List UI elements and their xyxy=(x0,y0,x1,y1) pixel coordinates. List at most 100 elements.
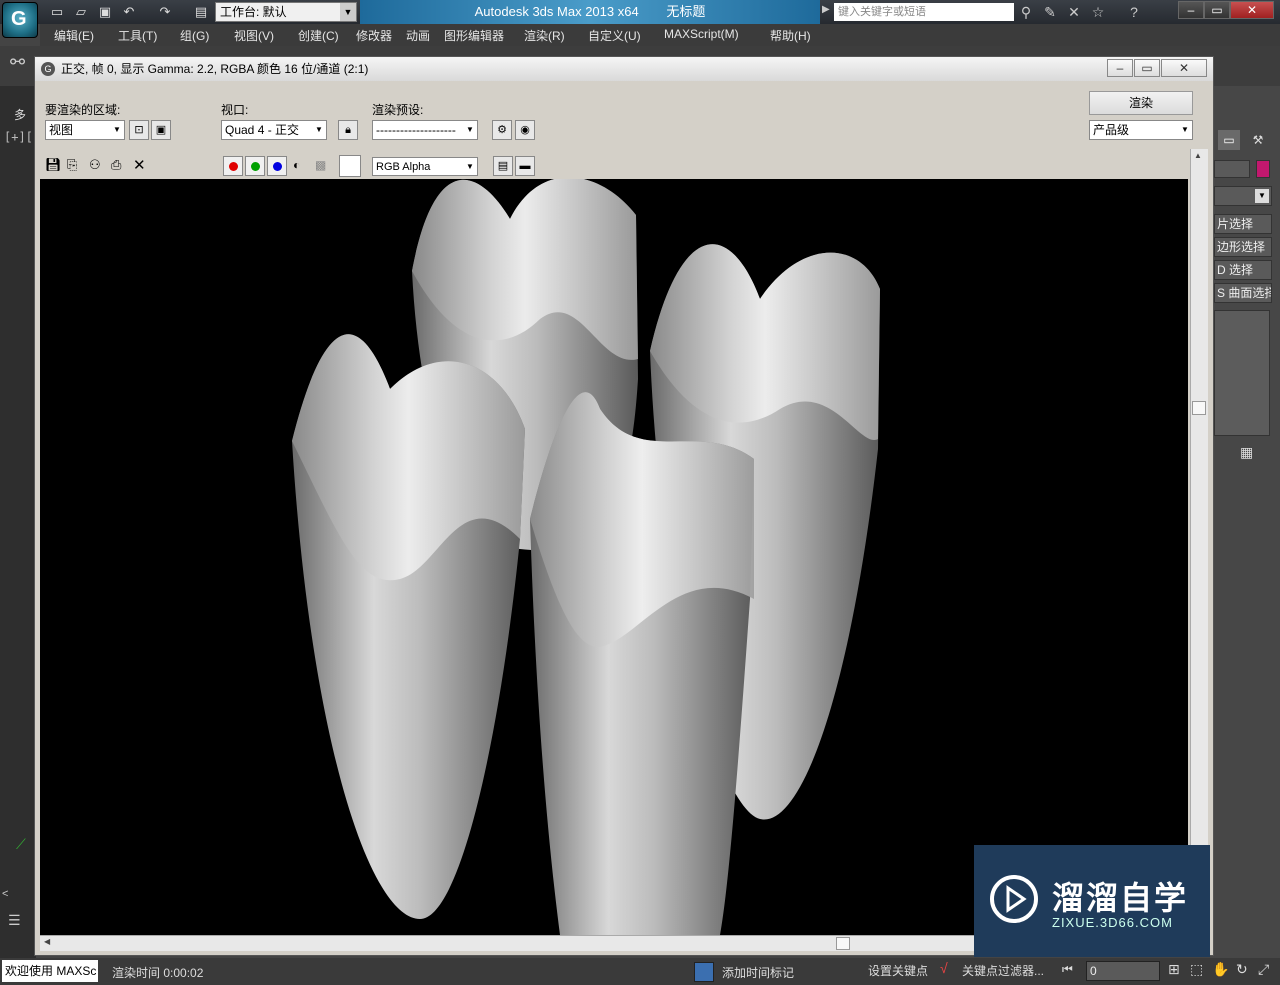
menu-tools[interactable]: 工具(T) xyxy=(118,27,157,44)
lock-viewport-icon[interactable]: 🔒︎ xyxy=(338,120,358,140)
surface-select-button[interactable]: S 曲面选择 xyxy=(1214,283,1272,303)
save-icon[interactable]: ▣ xyxy=(96,3,114,21)
zoom-extents-icon[interactable]: ⊞ xyxy=(1168,961,1180,978)
scroll-left-arrow-icon[interactable]: ◀ xyxy=(44,937,50,946)
link-icon[interactable]: ⚯ xyxy=(10,52,25,73)
toggle-ui-icon[interactable]: ▬ xyxy=(515,156,535,176)
menu-customize[interactable]: 自定义(U) xyxy=(588,27,641,44)
binoculars-icon[interactable]: ⚲ xyxy=(1016,3,1036,21)
menu-graph-editors[interactable]: 图形编辑器 xyxy=(444,27,504,44)
add-time-tag-label[interactable]: 添加时间标记 xyxy=(722,964,794,981)
communication-icon[interactable]: ✕ xyxy=(1064,3,1084,21)
minimize-button[interactable]: – xyxy=(1178,1,1204,19)
app-logo-icon[interactable]: G xyxy=(2,2,38,38)
new-file-icon[interactable]: ▭ xyxy=(48,3,66,21)
monochrome-icon[interactable]: ▩ xyxy=(315,158,326,172)
quality-dropdown[interactable]: 产品级 ▼ xyxy=(1089,120,1193,140)
key-filter-icon[interactable]: √ xyxy=(940,960,948,976)
display-panel-icon[interactable]: ▭ xyxy=(1218,130,1240,150)
subscription-icon[interactable]: ✎ xyxy=(1040,3,1060,21)
edit-region-icon[interactable]: ⊡ xyxy=(129,120,149,140)
watermark-name: 溜溜自学 xyxy=(1052,880,1189,916)
modifier-stack-list[interactable] xyxy=(1214,310,1270,436)
patch-select-button[interactable]: 片选择 xyxy=(1214,214,1272,234)
frame-close-button[interactable]: ✕ xyxy=(1161,59,1207,77)
zoom-region-icon[interactable]: ⬚ xyxy=(1190,961,1203,978)
vertical-scrollbar[interactable]: ▲ xyxy=(1190,149,1208,935)
help-icon[interactable]: ? xyxy=(1124,3,1144,21)
copy-image-icon[interactable]: ⎘ xyxy=(67,157,77,173)
menu-animation[interactable]: 动画 xyxy=(406,27,430,44)
current-frame-field[interactable]: 0 xyxy=(1086,961,1160,981)
print-icon[interactable]: ⎙ xyxy=(111,157,121,173)
layer-icon[interactable]: ☰ xyxy=(8,912,21,929)
time-tag-icon[interactable] xyxy=(694,962,714,982)
scroll-left-icon[interactable]: < xyxy=(2,888,8,900)
open-file-icon[interactable]: ▱ xyxy=(72,3,90,21)
menu-edit[interactable]: 编辑(E) xyxy=(54,27,94,44)
menu-rendering[interactable]: 渲染(R) xyxy=(524,27,565,44)
search-input[interactable]: 键入关键字或短语 xyxy=(834,3,1014,21)
favorites-star-icon[interactable]: ☆ xyxy=(1088,3,1108,21)
modifier-list-dropdown[interactable]: ▼ xyxy=(1214,186,1272,206)
menu-view[interactable]: 视图(V) xyxy=(234,27,274,44)
undo-icon[interactable]: ↶ xyxy=(120,3,138,21)
maxscript-listener[interactable]: 欢迎使用 MAXSc xyxy=(2,960,98,982)
render-button[interactable]: 渲染 xyxy=(1089,91,1193,115)
render-setup-icon[interactable]: ⚙ xyxy=(492,120,512,140)
utilities-hammer-icon[interactable]: ⚒ xyxy=(1246,130,1270,150)
pan-hand-icon[interactable]: ✋ xyxy=(1212,961,1229,978)
viewport-dropdown[interactable]: Quad 4 - 正交 ▼ xyxy=(221,120,327,140)
maximize-button[interactable]: ▭ xyxy=(1204,1,1230,19)
viewport-label[interactable]: [+][ xyxy=(4,130,33,144)
environment-effects-icon[interactable]: ◉ xyxy=(515,120,535,140)
workspace-value: 工作台: 默认 xyxy=(220,5,287,19)
left-strip-label: 多 xyxy=(14,108,27,122)
area-to-render-dropdown[interactable]: 视图 ▼ xyxy=(45,120,125,140)
configure-sets-icon[interactable]: ▦ xyxy=(1240,444,1253,461)
channel-display-dropdown[interactable]: RGB Alpha ▼ xyxy=(372,157,478,176)
menu-modifiers[interactable]: 修改器 xyxy=(356,27,392,44)
toggle-ui-overlay-icon[interactable]: ▤ xyxy=(493,156,513,176)
quality-value: 产品级 xyxy=(1093,123,1130,137)
close-button[interactable]: ✕ xyxy=(1230,1,1274,19)
render-preset-dropdown[interactable]: -------------------- ▼ xyxy=(372,120,478,140)
area-label: 要渲染的区域: xyxy=(45,103,121,117)
green-channel-toggle[interactable] xyxy=(245,156,265,176)
workspace-dropdown[interactable]: 工作台: 默认 ▼ xyxy=(215,2,357,22)
menu-maxscript[interactable]: MAXScript(M) xyxy=(664,27,739,41)
search-arrow-icon[interactable]: ▶ xyxy=(822,4,830,15)
clear-icon[interactable]: ✕ xyxy=(133,156,146,174)
color-swatch[interactable] xyxy=(339,155,361,177)
object-name-field[interactable] xyxy=(1214,160,1250,178)
frame-maximize-button[interactable]: ▭ xyxy=(1134,59,1160,77)
red-channel-toggle[interactable] xyxy=(223,156,243,176)
clone-window-icon[interactable]: ⚇ xyxy=(89,157,101,173)
menu-create[interactable]: 创建(C) xyxy=(298,27,339,44)
alpha-channel-icon[interactable]: ◐ xyxy=(293,158,300,172)
key-filters-button[interactable]: 关键点过滤器... xyxy=(962,962,1044,979)
menu-bar: 编辑(E) 工具(T) 组(G) 视图(V) 创建(C) 修改器 动画 图形编辑… xyxy=(40,24,1280,46)
object-color-swatch[interactable] xyxy=(1256,160,1270,178)
poly-select-button[interactable]: 边形选择 xyxy=(1214,237,1272,257)
frame-minimize-button[interactable]: – xyxy=(1107,59,1133,77)
vertical-scroll-thumb[interactable] xyxy=(1192,401,1206,415)
render-preset-label: 渲染预设: xyxy=(372,103,424,117)
app-name: Autodesk 3ds Max 2013 x64 xyxy=(474,4,639,19)
menu-group[interactable]: 组(G) xyxy=(180,27,209,44)
menu-help[interactable]: 帮助(H) xyxy=(770,27,811,44)
scroll-up-icon[interactable]: ▲ xyxy=(1194,151,1202,160)
blue-channel-toggle[interactable] xyxy=(267,156,287,176)
fd-select-button[interactable]: D 选择 xyxy=(1214,260,1272,280)
maximize-viewport-icon[interactable]: ⤢ xyxy=(1258,961,1269,978)
goto-start-icon[interactable]: ⏮ xyxy=(1062,962,1073,977)
project-folder-icon[interactable]: ▤ xyxy=(192,3,210,21)
render-output-image[interactable] xyxy=(40,179,1188,935)
save-image-icon[interactable]: 💾︎ xyxy=(45,157,62,173)
set-key-label[interactable]: 设置关键点 xyxy=(868,962,928,979)
horizontal-scroll-thumb[interactable] xyxy=(836,937,850,950)
orbit-icon[interactable]: ↻ xyxy=(1236,961,1248,978)
redo-icon[interactable]: ↷ xyxy=(156,3,174,21)
auto-region-icon[interactable]: ▣ xyxy=(151,120,171,140)
watermark-logo: 溜溜自学 ZIXUE.3D66.COM xyxy=(974,845,1210,957)
